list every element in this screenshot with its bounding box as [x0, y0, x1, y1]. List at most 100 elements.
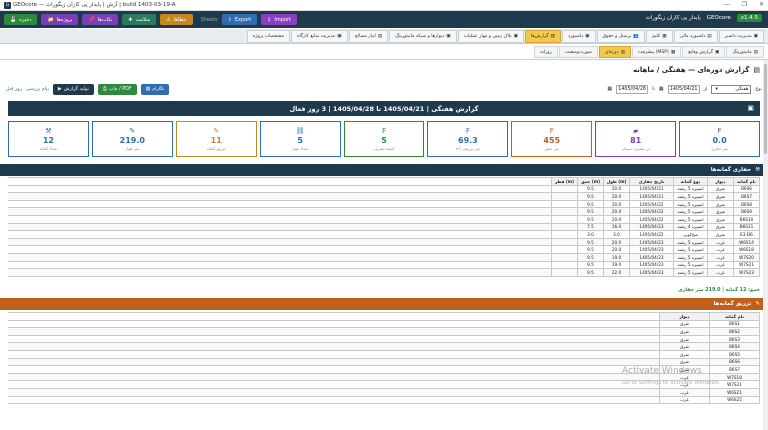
chevron-down-icon: ▾ [715, 86, 718, 92]
projects-button[interactable]: 📁 پروژه‌ها [41, 14, 79, 25]
row-spacer [8, 268, 552, 277]
tab-4[interactable]: داشبورد ▣ [561, 30, 596, 43]
card-icon: ⛓ [295, 127, 305, 135]
tab-10[interactable]: مشخصات پروژه [246, 30, 291, 43]
tab-7[interactable]: دیوارها و شبکه مانیتورینگ ▣ [389, 30, 457, 43]
table-cell: اسپیره 5 رشته [673, 214, 708, 224]
table-cell: W6S21 [709, 387, 760, 397]
errors-button[interactable]: ⚠ خطاها [160, 14, 193, 25]
table-cell: B6S10 [733, 214, 760, 224]
table-cell: W6S18 [733, 245, 760, 254]
window-titlebar: G GEOcore — آرش | پایدار پی کاران زیگورا… [0, 0, 768, 11]
subtab-label: مانیتورینگ [732, 49, 752, 55]
scrollbar[interactable] [763, 60, 768, 430]
table-cell: شرق [659, 327, 710, 336]
save-button[interactable]: 💾 ذخیره [4, 14, 38, 25]
page-title: گزارش دوره‌ای — هفتگی / ماهانه [632, 66, 750, 74]
drilling-total: جمع: 12 گمانه | 219.0 متر حفاری [678, 288, 760, 293]
export-button[interactable]: ⇪ Export [221, 14, 258, 25]
tab-8[interactable]: انبار مصالح ▤ [348, 30, 389, 43]
previous-day-link[interactable]: روز قبل [6, 87, 22, 92]
notes-button[interactable]: 📌 نکات‌ها [82, 14, 119, 25]
column-header: عمق (m) [577, 177, 604, 186]
subtab-2[interactable]: پیشرفت (MSP) ▦ [632, 46, 682, 58]
period-type-select[interactable]: ▾ هفتگی [711, 84, 752, 94]
card-icon: F [465, 127, 470, 135]
tab-label: داشبورد مالی [679, 34, 706, 39]
subtab-label: پیشرفت (MSP) [638, 49, 669, 55]
table-cell [551, 245, 578, 254]
health-button[interactable]: ✚ سلامت [122, 14, 157, 25]
tab-label: دیوارها و شبکه مانیتورینگ [395, 34, 445, 39]
table-cell: 9.5 [577, 184, 604, 194]
row-spacer [8, 199, 552, 209]
table-cell: 20.0 [603, 192, 630, 201]
import-button[interactable]: ⇩ Import [261, 14, 298, 25]
row-spacer [8, 245, 552, 254]
column-header: قطر (m) [551, 177, 578, 186]
table-row: 9.5 22.0 1405/04/23 اسپیره 5 رشته غرب W7S23 [8, 268, 760, 277]
table-cell: اسپیره 5 رشته [673, 252, 708, 262]
warning-icon: ⚠ [166, 16, 171, 23]
row-spacer [8, 372, 660, 382]
table-cell: 9.5 [577, 252, 604, 262]
row-spacer [8, 334, 660, 344]
scrollbar-thumb[interactable] [764, 64, 767, 154]
to-date-field[interactable]: 1405/04/28 [616, 84, 649, 94]
table-cell: 1405/04/21 [629, 192, 674, 201]
close-button[interactable]: ✕ [759, 1, 764, 8]
summary-card: ⛓ 5 تعداد مهار [259, 121, 341, 157]
table-cell: شرق [659, 319, 710, 329]
tab-5[interactable]: گزارش‌ها ▥ [524, 30, 561, 43]
summary-card: ⚒ 12 تعداد گمانه [7, 121, 89, 157]
calendar-icon[interactable]: ▦ [607, 86, 612, 92]
table-cell [551, 252, 578, 262]
from-date-field[interactable]: 1405/04/21 [667, 84, 700, 94]
tab-9[interactable]: مدیریت منابع کارگاه ▣ [291, 30, 348, 43]
window-title: GEOcore — آرش | پایدار پی کاران زیگورات … [13, 2, 176, 8]
generate-report-button[interactable]: ▶ تولید گزارش [52, 83, 94, 95]
table-cell: 19.0 [603, 260, 630, 270]
tab-icon: ▣ [753, 34, 758, 39]
row-spacer [8, 349, 660, 359]
table-spacer [8, 312, 660, 321]
minimize-button[interactable]: — [724, 1, 730, 8]
review-link[interactable]: پیام بررسی [26, 87, 49, 92]
table-row: 9.5 19.0 1405/04/23 اسپیره 5 رشته غرب W7S20 [8, 252, 760, 262]
tab-6[interactable]: بلاک زمین و مهار عملیات ▣ [457, 30, 524, 43]
tab-1[interactable]: داشبورد مالی ▤ [673, 30, 718, 43]
print-pdf-button[interactable]: ⎙ چاپ / PDF [97, 83, 137, 95]
table-cell: 9.5 [577, 214, 604, 224]
table-cell [551, 268, 578, 277]
tab-0[interactable]: مدیریت داشبر ▣ [718, 30, 764, 43]
table-cell: 9.5 [577, 192, 604, 201]
subtab-0[interactable]: مانیتورینگ ▤ [726, 46, 764, 58]
table-cell: 19.0 [603, 252, 630, 262]
app-logo-icon: G [4, 1, 11, 9]
watermark-subtitle: Go to Settings to activate Windows. [622, 380, 721, 386]
page-header: گزارش دوره‌ای — هفتگی / ماهانه ▤ [0, 61, 768, 79]
table-cell: 1405/04/23 [629, 252, 674, 262]
card-icon: ✎ [213, 127, 220, 135]
tab-icon: ▣ [585, 34, 590, 39]
subtab-3[interactable]: دوره‌ای ▥ [599, 46, 632, 58]
graph-button[interactable]: ▤ نگارام [140, 83, 170, 95]
table-cell: شرق [659, 349, 710, 359]
calendar-icon[interactable]: ▦ [659, 86, 664, 92]
table-row: شرق B6S4 [8, 342, 760, 351]
table-cell: B6S3 [709, 334, 760, 344]
subtab-1[interactable]: گزارش وقایع ▣ [682, 46, 726, 58]
subtab-5[interactable]: روزانه [534, 46, 558, 58]
table-cell: اسپیره 5 رشته [673, 260, 708, 270]
maximize-button[interactable]: ❐ [742, 1, 747, 8]
table-cell: اسپیره 5 رشته [673, 207, 708, 216]
table-row: شرق B6S1 [8, 319, 760, 329]
tab-2[interactable]: کلیم ▦ [646, 30, 673, 43]
card-icon: ⚒ [45, 127, 52, 135]
row-spacer [8, 184, 552, 194]
table-row: 3.0 3.0 1405/04/22 میخ‌کوبی شرق E3-D6 [8, 230, 760, 239]
subtab-4[interactable]: صورت‌وضعیت [558, 46, 599, 58]
table-cell: W7S21 [733, 260, 760, 270]
table-cell: B6S4 [709, 342, 760, 351]
tab-3[interactable]: پرسنل و حقوق 👥 [596, 30, 646, 43]
